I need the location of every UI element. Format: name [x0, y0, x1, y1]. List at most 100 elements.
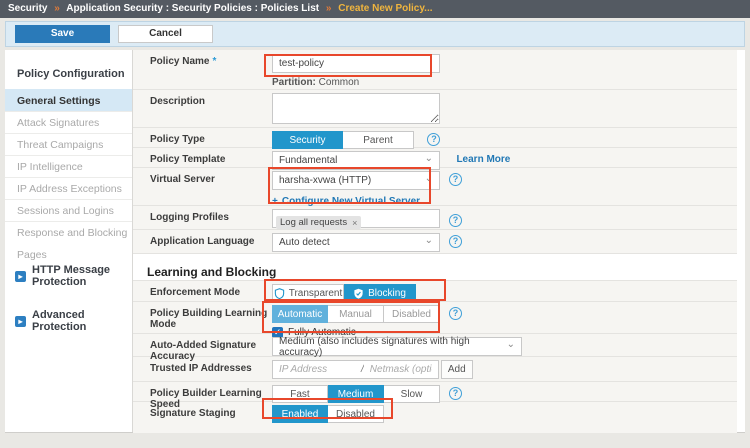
breadcrumb-security[interactable]: Security	[8, 3, 47, 14]
enforcement-mode-row: Enforcement Mode Transparent Blocking	[133, 280, 737, 302]
learning-and-blocking-heading: Learning and Blocking	[133, 254, 737, 280]
trusted-ip-inputs: / Add	[272, 360, 473, 379]
sidebar-section-label: Advanced Protection	[32, 309, 132, 333]
help-icon[interactable]: ?	[449, 214, 462, 227]
learning-speed-toggle: Fast Medium Slow	[272, 385, 440, 403]
application-language-label: Application Language	[150, 230, 272, 253]
cancel-button[interactable]: Cancel	[118, 25, 213, 43]
policy-type-row: Policy Type Security Parent ?	[133, 128, 737, 148]
enforcement-mode-label: Enforcement Mode	[150, 281, 272, 301]
slow-button[interactable]: Slow	[384, 385, 440, 403]
label-text: Policy Name	[150, 56, 209, 67]
logging-profiles-label: Logging Profiles	[150, 206, 272, 229]
policy-type-security-button[interactable]: Security	[272, 131, 343, 149]
help-icon[interactable]: ?	[449, 173, 462, 186]
help-icon[interactable]: ?	[449, 235, 462, 248]
automatic-button[interactable]: Automatic	[272, 305, 328, 323]
sidebar-item-attack-signatures[interactable]: Attack Signatures	[5, 111, 132, 133]
application-language-row: Application Language Auto detect ⌄ ?	[133, 230, 737, 254]
policy-type-parent-button[interactable]: Parent	[343, 131, 414, 149]
description-row: Description	[133, 90, 737, 128]
sidebar-section-label: HTTP Message Protection	[32, 264, 132, 288]
logging-profiles-row: Logging Profiles Log all requests × ?	[133, 206, 737, 230]
expand-arrow-icon[interactable]: ▸	[15, 316, 26, 327]
breadcrumb-path[interactable]: Application Security : Security Policies…	[66, 3, 319, 14]
shield-outline-icon	[274, 288, 285, 299]
selected-value: harsha-xvwa (HTTP)	[279, 175, 371, 186]
learning-mode-toggle: Automatic Manual Disabled	[272, 305, 440, 323]
selected-value: Fundamental	[279, 155, 337, 166]
learning-speed-row: Policy Builder Learning Speed Fast Mediu…	[133, 382, 737, 402]
sidebar-item-response-blocking-pages[interactable]: Response and Blocking Pages	[5, 221, 132, 243]
signature-accuracy-select[interactable]: Medium (also includes signatures with hi…	[272, 337, 522, 356]
help-icon[interactable]: ?	[449, 387, 462, 400]
chevron-down-icon: ⌄	[425, 153, 433, 164]
virtual-server-label: Virtual Server	[150, 168, 272, 205]
content-panel: Policy Configuration General Settings At…	[5, 50, 745, 433]
breadcrumb-current-page: Create New Policy...	[338, 3, 432, 14]
breadcrumb-separator: »	[54, 3, 60, 14]
policy-type-label: Policy Type	[150, 128, 272, 147]
help-icon[interactable]: ?	[427, 133, 440, 146]
learning-mode-label: Policy Building Learning Mode	[150, 302, 272, 333]
fast-button[interactable]: Fast	[272, 385, 328, 403]
trusted-ip-label: Trusted IP Addresses	[150, 357, 272, 381]
netmask-input[interactable]	[364, 361, 438, 378]
sidebar-section-http-message-protection[interactable]: ▸ HTTP Message Protection	[5, 264, 132, 288]
enabled-button[interactable]: Enabled	[272, 405, 328, 423]
policy-template-row: Policy Template Fundamental ⌄ Learn More	[133, 148, 737, 168]
virtual-server-select[interactable]: harsha-xvwa (HTTP) ⌄	[272, 171, 440, 190]
disabled-button[interactable]: Disabled	[328, 405, 384, 423]
sidebar-item-sessions-and-logins[interactable]: Sessions and Logins	[5, 199, 132, 221]
disabled-button[interactable]: Disabled	[384, 305, 440, 323]
chevron-down-icon: ⌄	[425, 173, 433, 184]
chevron-down-icon: ⌄	[425, 235, 433, 246]
ip-address-input[interactable]	[273, 361, 361, 378]
ip-netmask-box: /	[272, 360, 439, 379]
action-toolbar: Save Cancel	[5, 21, 745, 47]
tag-label: Log all requests	[280, 217, 347, 228]
virtual-server-row: Virtual Server harsha-xvwa (HTTP) ⌄ ? +C…	[133, 168, 737, 206]
partition-note: Partition: Common	[272, 77, 737, 88]
button-label: Transparent	[289, 288, 343, 299]
policy-name-label: Policy Name*	[150, 50, 272, 89]
manual-button[interactable]: Manual	[328, 305, 384, 323]
policy-form: Policy Name* Partition: Common Descripti…	[133, 50, 745, 432]
signature-accuracy-label: Auto-Added Signature Accuracy	[150, 334, 272, 356]
learn-more-link[interactable]: Learn More	[456, 154, 510, 165]
transparent-button[interactable]: Transparent	[272, 284, 344, 302]
button-label: Blocking	[368, 288, 406, 299]
selected-value: Medium (also includes signatures with hi…	[279, 336, 507, 358]
description-label: Description	[150, 90, 272, 127]
blocking-button[interactable]: Blocking	[344, 284, 416, 302]
chevron-down-icon: ⌄	[507, 339, 515, 350]
medium-button[interactable]: Medium	[328, 385, 384, 403]
description-textarea[interactable]	[272, 93, 440, 124]
remove-tag-icon[interactable]: ×	[352, 218, 357, 228]
selected-value: Auto detect	[279, 237, 330, 248]
logging-profile-tag: Log all requests ×	[276, 216, 361, 229]
policy-type-toggle: Security Parent	[272, 131, 414, 149]
sidebar-item-threat-campaigns[interactable]: Threat Campaigns	[5, 133, 132, 155]
policy-template-label: Policy Template	[150, 148, 272, 167]
trusted-ip-row: Trusted IP Addresses / Add	[133, 357, 737, 382]
shield-check-icon	[353, 288, 364, 299]
signature-staging-toggle: Enabled Disabled	[272, 405, 384, 423]
expand-arrow-icon[interactable]: ▸	[15, 271, 26, 282]
breadcrumb-separator: »	[326, 3, 332, 14]
add-trusted-ip-button[interactable]: Add	[441, 360, 473, 379]
sidebar-item-general-settings[interactable]: General Settings	[5, 89, 132, 111]
sidebar-item-ip-intelligence[interactable]: IP Intelligence	[5, 155, 132, 177]
application-language-select[interactable]: Auto detect ⌄	[272, 233, 440, 252]
policy-name-input[interactable]	[272, 54, 440, 73]
help-icon[interactable]: ?	[449, 307, 462, 320]
signature-accuracy-row: Auto-Added Signature Accuracy Medium (al…	[133, 334, 737, 357]
sidebar-section-advanced-protection[interactable]: ▸ Advanced Protection	[5, 309, 132, 333]
sidebar: Policy Configuration General Settings At…	[5, 50, 133, 432]
sidebar-item-ip-address-exceptions[interactable]: IP Address Exceptions	[5, 177, 132, 199]
learning-mode-row: Policy Building Learning Mode Automatic …	[133, 302, 737, 334]
save-button[interactable]: Save	[15, 25, 110, 43]
logging-profiles-input[interactable]: Log all requests ×	[272, 209, 440, 228]
breadcrumb: Security » Application Security : Securi…	[0, 0, 750, 18]
signature-staging-label: Signature Staging	[150, 402, 272, 433]
